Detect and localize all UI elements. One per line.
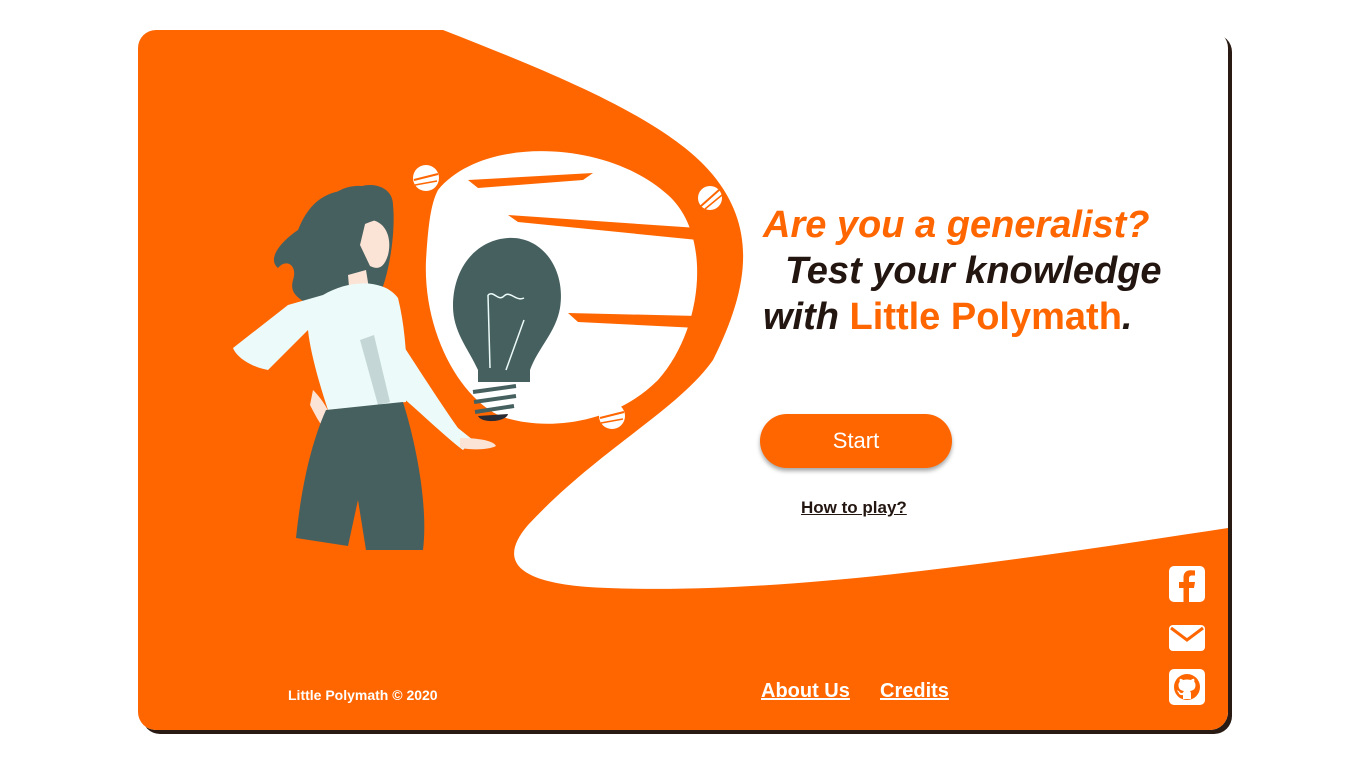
hero-question: Are you a generalist? [763, 204, 1150, 246]
background-illustration [138, 30, 1228, 730]
hero-with: with [763, 296, 850, 338]
hero-brand: Little Polymath [849, 296, 1122, 338]
mail-icon[interactable] [1168, 619, 1206, 657]
deco-dot [413, 165, 439, 191]
credits-link[interactable]: Credits [880, 680, 949, 703]
start-button[interactable]: Start [760, 414, 952, 468]
deco-dot [698, 186, 723, 210]
hero-period: . [1121, 296, 1133, 338]
facebook-icon[interactable] [1168, 565, 1206, 603]
deco-dot [599, 403, 625, 429]
main-card: Are you a generalist? Test your knowledg… [138, 30, 1228, 730]
about-us-link[interactable]: About Us [761, 680, 850, 703]
how-to-play-link[interactable]: How to play? [801, 498, 907, 518]
orange-wave-shape [138, 30, 1228, 730]
hero-line2: Test your knowledge [785, 250, 1162, 292]
hero-headline: Are you a generalist? Test your knowledg… [763, 202, 1162, 340]
copyright-text: Little Polymath © 2020 [288, 687, 438, 703]
github-icon[interactable] [1168, 668, 1206, 706]
